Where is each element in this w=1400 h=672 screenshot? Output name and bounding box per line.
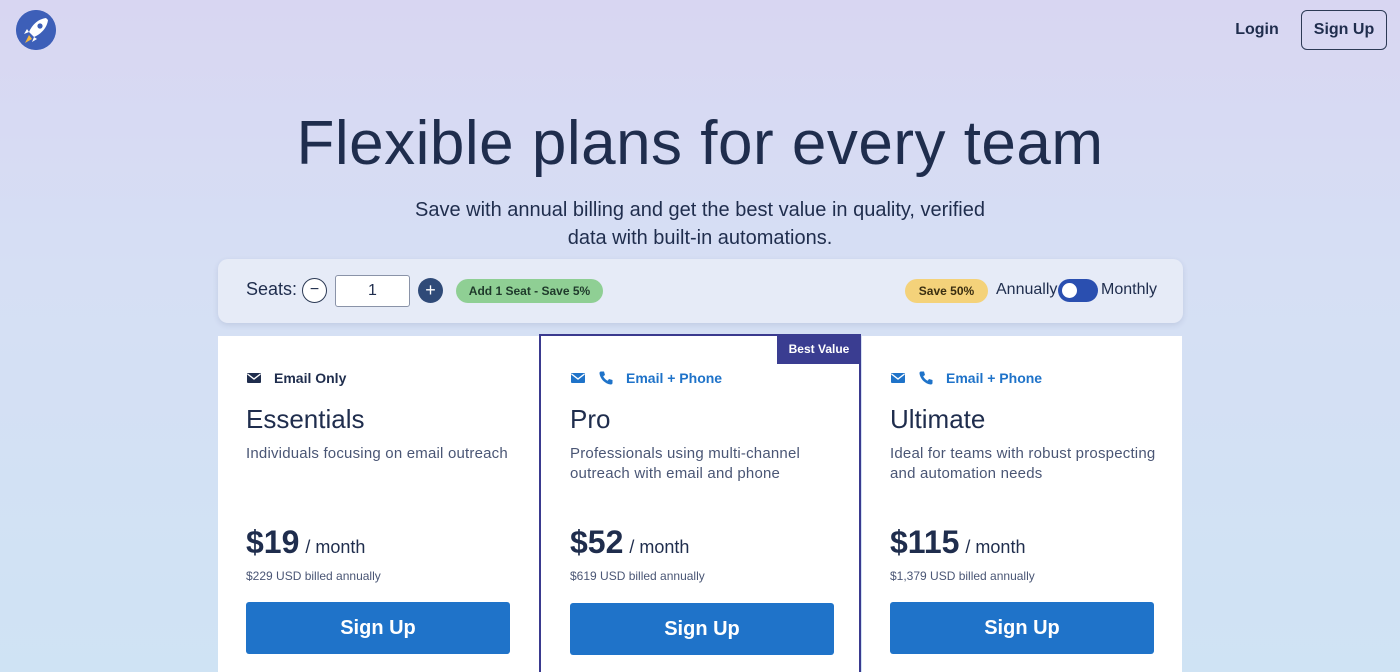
add-seat-offer-badge[interactable]: Add 1 Seat - Save 5% bbox=[456, 279, 603, 303]
seats-label: Seats: bbox=[246, 279, 298, 299]
plan-price: $52 bbox=[570, 524, 624, 560]
mail-icon bbox=[890, 370, 906, 386]
page-title: Flexible plans for every team bbox=[296, 109, 1104, 178]
decrease-seats-button[interactable]: − bbox=[302, 278, 327, 303]
login-link[interactable]: Login bbox=[1226, 18, 1288, 42]
plan-description: Ideal for teams with robust prospecting … bbox=[890, 445, 1156, 482]
best-value-badge: Best Value bbox=[777, 334, 861, 364]
phone-icon bbox=[918, 370, 934, 386]
price-row: $19 / month bbox=[246, 524, 365, 561]
price-period: / month bbox=[305, 537, 366, 557]
plan-card-pro: Best Value Email + Phone Pro Professiona… bbox=[539, 334, 861, 672]
phone-icon bbox=[598, 370, 614, 386]
annual-billing-note: $1,379 USD billed annually bbox=[890, 569, 1035, 583]
price-period: / month bbox=[629, 537, 690, 557]
plan-card-ultimate: Email + Phone Ultimate Ideal for teams w… bbox=[862, 336, 1182, 672]
price-row: $52 / month bbox=[570, 524, 689, 561]
billing-monthly-label[interactable]: Monthly bbox=[1101, 281, 1157, 299]
channel-label: Email Only bbox=[274, 370, 347, 386]
annual-billing-note: $619 USD billed annually bbox=[570, 569, 705, 583]
signup-button-essentials[interactable]: Sign Up bbox=[246, 602, 510, 654]
signup-button-pro[interactable]: Sign Up bbox=[570, 603, 834, 655]
plan-channel: Email Only bbox=[246, 368, 346, 388]
save-badge: Save 50% bbox=[905, 279, 988, 303]
plus-icon: + bbox=[425, 280, 436, 300]
plan-description: Individuals focusing on email outreach bbox=[246, 445, 508, 462]
plan-channel: Email + Phone bbox=[890, 368, 1042, 388]
price-row: $115 / month bbox=[890, 524, 1025, 561]
mail-icon bbox=[570, 370, 586, 386]
channel-label: Email + Phone bbox=[946, 370, 1043, 386]
seats-input[interactable] bbox=[335, 275, 410, 307]
signup-button-ultimate[interactable]: Sign Up bbox=[890, 602, 1154, 654]
plan-price: $115 bbox=[890, 524, 960, 560]
plan-name: Pro bbox=[570, 404, 611, 434]
plan-description: Professionals using multi-channel outrea… bbox=[570, 445, 801, 482]
mail-icon bbox=[246, 370, 262, 386]
price-period: / month bbox=[965, 537, 1026, 557]
plan-price: $19 bbox=[246, 524, 300, 560]
plan-card-essentials: Email Only Essentials Individuals focusi… bbox=[218, 336, 540, 672]
annual-billing-note: $229 USD billed annually bbox=[246, 569, 381, 583]
billing-period-toggle[interactable] bbox=[1058, 279, 1098, 302]
minus-icon: − bbox=[309, 281, 320, 298]
header-signup-button[interactable]: Sign Up bbox=[1301, 10, 1387, 50]
channel-label: Email + Phone bbox=[626, 370, 723, 386]
toggle-knob bbox=[1062, 283, 1077, 298]
plan-channel: Email + Phone bbox=[570, 368, 722, 388]
page-subtitle: Save with annual billing and get the bes… bbox=[415, 199, 985, 249]
plan-name: Ultimate bbox=[890, 404, 986, 434]
plan-name: Essentials bbox=[246, 404, 365, 434]
billing-annually-label[interactable]: Annually bbox=[996, 281, 1057, 299]
increase-seats-button[interactable]: + bbox=[418, 278, 443, 303]
rocket-logo-icon[interactable] bbox=[16, 10, 56, 50]
seats-bar: Seats: − + Add 1 Seat - Save 5% Save 50%… bbox=[218, 259, 1183, 323]
